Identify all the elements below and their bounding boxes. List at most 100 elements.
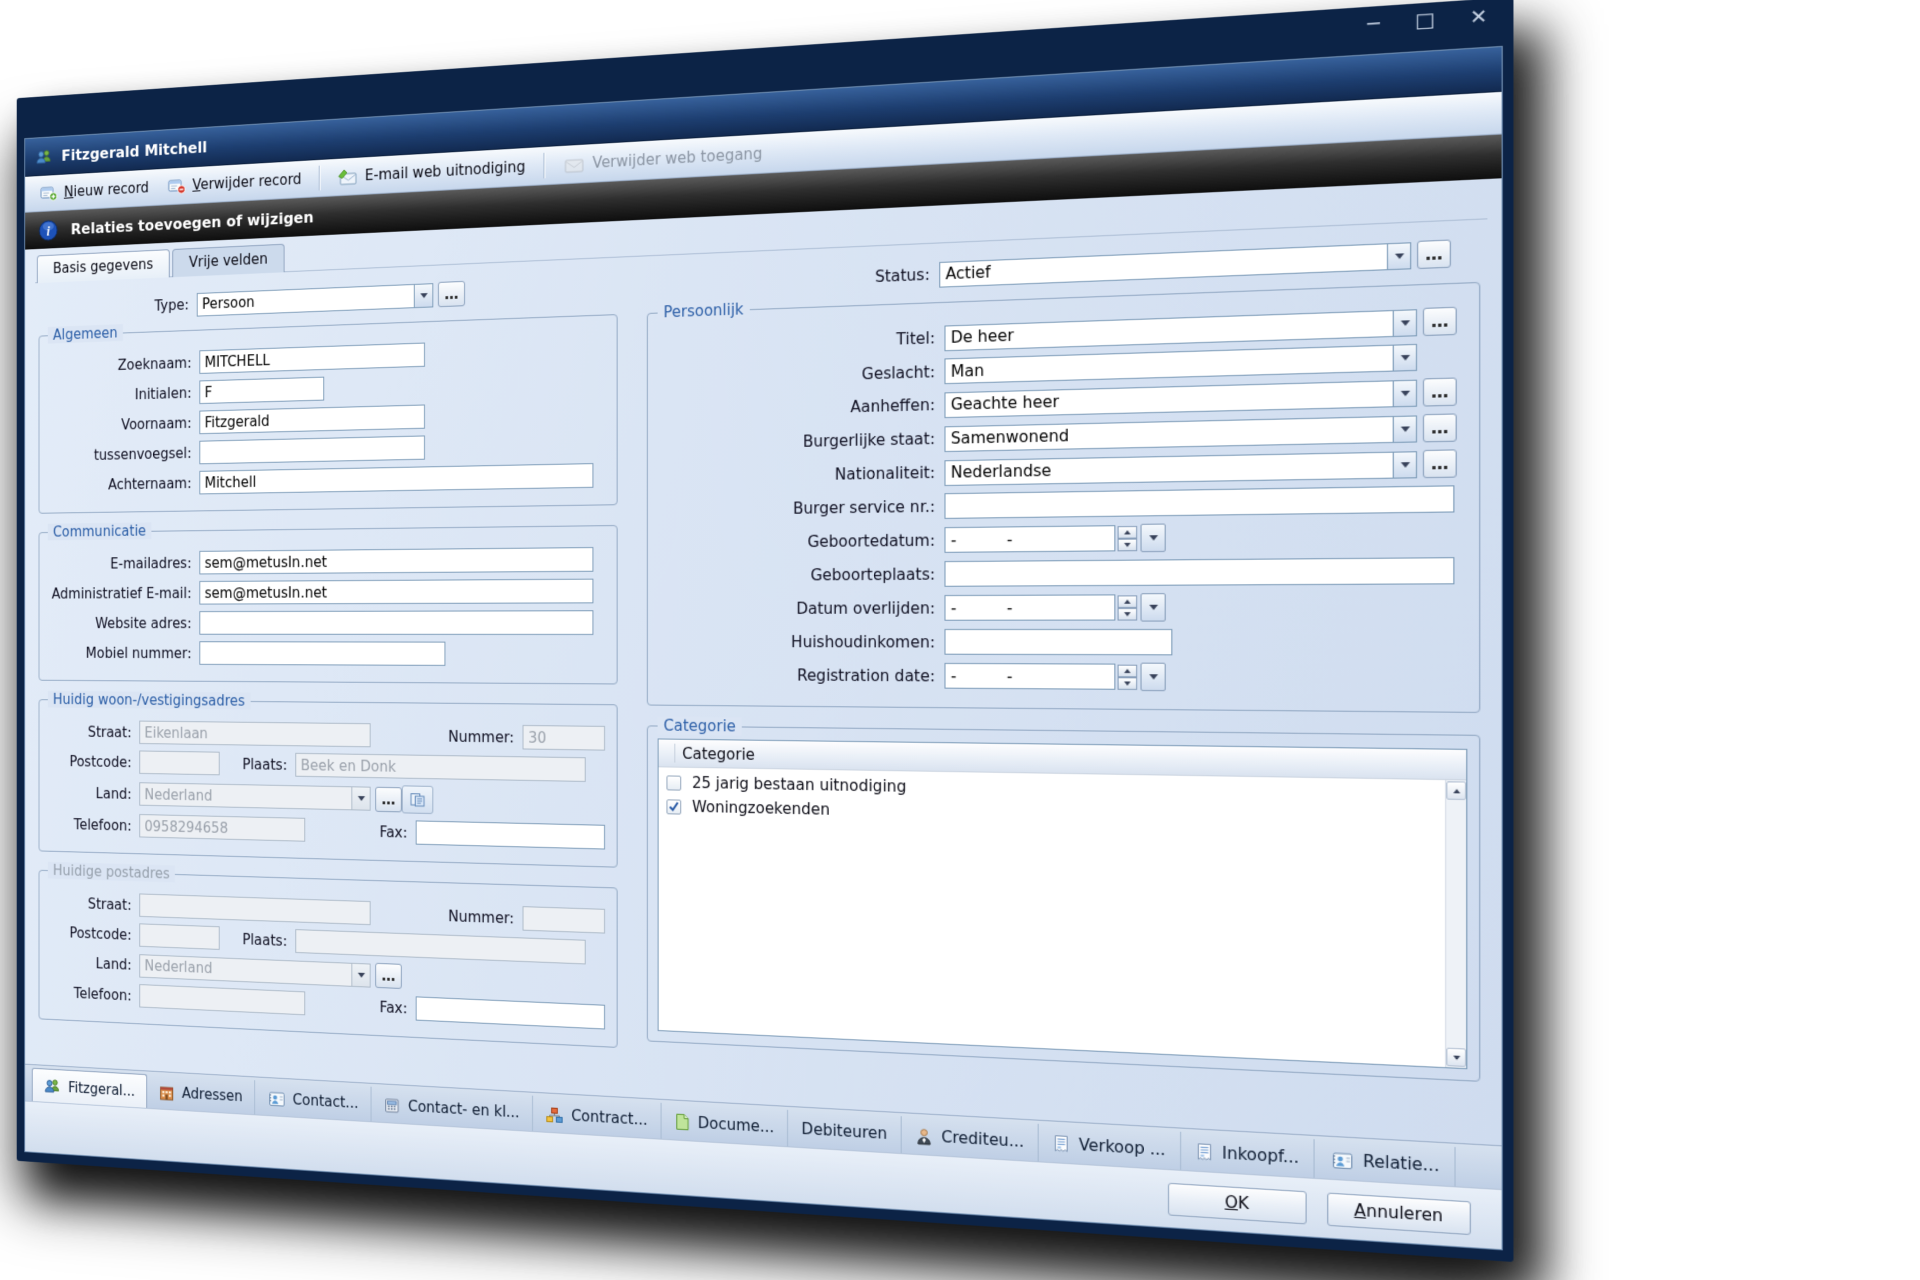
input-website-adres[interactable] (199, 610, 593, 635)
input-post-fax[interactable] (416, 996, 605, 1029)
combobox-type[interactable]: Persoon (197, 283, 434, 316)
spin-down-icon[interactable] (1118, 538, 1138, 551)
combobox-post-land[interactable]: Nederland (139, 954, 370, 987)
input-mobiel-nummer[interactable] (199, 641, 445, 666)
input-post-postcode[interactable] (139, 923, 219, 950)
chevron-down-icon[interactable] (414, 284, 433, 307)
field-post-plaats-label: Plaats: (220, 930, 296, 950)
right-column: Status:Actief…PersoonlijkTitel:De heer…G… (647, 230, 1483, 1144)
spin-down-icon[interactable] (1118, 607, 1138, 620)
field-mobiel-nummer (199, 641, 445, 666)
ellipsis-button-post-land[interactable]: … (375, 963, 402, 989)
combobox-nationaliteit[interactable]: Nederlandse (944, 451, 1417, 486)
date-dropdown-button[interactable] (1140, 593, 1165, 621)
app-window: ─ □ ✕ Fitzgerald Mitchell Nieuw recordVe… (17, 0, 1514, 1262)
tab-vrije-velden[interactable]: Vrije velden (172, 244, 285, 277)
input-geboortedatum[interactable]: - - (944, 525, 1115, 553)
chevron-down-icon[interactable] (1393, 380, 1416, 405)
categorie-list[interactable]: Categorie25 jarig bestaan uitnodigingWon… (658, 738, 1468, 1069)
date-dropdown-button[interactable] (1140, 663, 1165, 692)
group-categorie: CategorieCategorie25 jarig bestaan uitno… (647, 725, 1480, 1081)
checkbox-checked-icon[interactable] (666, 799, 681, 814)
chevron-down-icon[interactable] (1387, 243, 1410, 269)
combobox-geslacht[interactable]: Man (944, 344, 1417, 384)
copy-address-button[interactable] (402, 785, 433, 814)
input-huishoudinkomen[interactable] (944, 629, 1172, 655)
chevron-down-icon[interactable] (351, 787, 369, 809)
date-spinner-datum-overlijden[interactable] (1118, 595, 1138, 620)
combobox-aanheffen[interactable]: Geachte heer (944, 379, 1417, 418)
toolbar-nieuw-record[interactable]: Nieuw record (32, 175, 158, 206)
ok-button[interactable]: OK (1168, 1182, 1307, 1224)
input-woon-nummer[interactable]: 30 (523, 725, 605, 751)
combobox-titel[interactable]: De heer (944, 309, 1417, 351)
input-zoeknaam[interactable]: MITCHELL (199, 343, 425, 374)
input-post-telefoon[interactable] (139, 984, 305, 1015)
input-post-straat[interactable] (139, 893, 370, 925)
bottom-tab-relaties-label: Relatie... (1363, 1152, 1439, 1176)
spin-up-icon[interactable] (1118, 595, 1138, 608)
input-emailadres[interactable]: sem@metusIn.net (199, 547, 593, 574)
checkbox-unchecked-icon[interactable] (666, 775, 681, 790)
date-spinner-geboortedatum[interactable] (1118, 525, 1138, 550)
minimize-button[interactable]: ─ (1367, 15, 1379, 35)
spin-up-icon[interactable] (1118, 664, 1138, 677)
scroll-down-icon[interactable] (1446, 1048, 1466, 1067)
input-woon-plaats[interactable]: Beek en Donk (295, 753, 585, 782)
combobox-status[interactable]: Actief (939, 242, 1411, 287)
input-woon-fax[interactable] (416, 820, 605, 849)
chevron-down-icon[interactable] (1393, 310, 1416, 336)
combobox-woon-land[interactable]: Nederland (139, 782, 370, 810)
field-woon-land-value: Nederland (140, 783, 351, 809)
ellipsis-button-aanheffen[interactable]: … (1423, 377, 1457, 406)
group-communicatie-title: Communicatie (48, 522, 151, 540)
date-spinner-registration-date[interactable] (1118, 664, 1138, 689)
combobox-burgerlijke-staat[interactable]: Samenwonend (944, 415, 1417, 452)
scrollbar[interactable] (1445, 780, 1466, 1068)
input-administratief-email[interactable]: sem@metusIn.net (199, 579, 593, 605)
categorie-list-body: 25 jarig bestaan uitnodigingWoningzoeken… (659, 767, 1467, 1068)
input-woon-straat[interactable]: Eikenlaan (139, 721, 370, 748)
input-tussenvoegsel[interactable] (199, 435, 425, 464)
toolbar-verwijder-web-toegang: Verwijder web toegang (553, 140, 772, 178)
input-woon-postcode[interactable] (139, 750, 219, 775)
tab-basis-gegevens[interactable]: Basis gegevens (37, 249, 170, 283)
chevron-down-icon[interactable] (1393, 345, 1416, 371)
input-achternaam[interactable]: Mitchell (199, 463, 593, 494)
invoice-icon (1195, 1142, 1213, 1162)
maximize-button[interactable]: □ (1415, 11, 1435, 32)
input-post-nummer[interactable] (523, 906, 605, 933)
ellipsis-button-status[interactable]: … (1417, 239, 1451, 269)
input-voornaam[interactable]: Fitzgerald (199, 404, 425, 434)
ellipsis-button-type[interactable]: … (438, 281, 465, 307)
field-status-label: Status: (647, 265, 939, 295)
chevron-down-icon[interactable] (1393, 452, 1416, 477)
toolbar-verwijder-record[interactable]: Verwijder record (159, 166, 310, 199)
input-initialen[interactable]: F (199, 377, 324, 404)
field-burgerlijke-staat: Samenwonend… (944, 413, 1456, 452)
input-registration-date[interactable]: - - (944, 663, 1115, 690)
ellipsis-button-titel[interactable]: … (1423, 307, 1457, 336)
field-geslacht: Man (944, 344, 1417, 384)
ellipsis-button-woon-land[interactable]: … (375, 786, 402, 812)
field-nationaliteit-label: Nationaliteit: (660, 463, 945, 486)
chevron-down-icon[interactable] (351, 963, 369, 986)
input-woon-telefoon[interactable]: 0958294658 (139, 814, 305, 842)
input-geboorteplaats[interactable] (944, 557, 1454, 587)
form-row: Postcode:Plaats:Beek en Donk (50, 749, 605, 782)
input-post-plaats[interactable] (295, 929, 585, 964)
scroll-up-icon[interactable] (1446, 781, 1466, 800)
ellipsis-button-burgerlijke-staat[interactable]: … (1423, 413, 1457, 442)
input-datum-overlijden[interactable]: - - (944, 594, 1115, 620)
spin-down-icon[interactable] (1118, 677, 1138, 690)
cancel-button[interactable]: Annuleren (1327, 1192, 1471, 1235)
form-row: Straat:EikenlaanNummer:30 (50, 720, 605, 751)
spin-up-icon[interactable] (1118, 525, 1138, 538)
toolbar-email-web-uitnodiging[interactable]: E-mail web uitnodiging (328, 153, 535, 190)
field-geboortedatum-value: - - (946, 526, 1115, 552)
ellipsis-button-nationaliteit[interactable]: … (1423, 449, 1457, 478)
close-button[interactable]: ✕ (1470, 7, 1488, 28)
chevron-down-icon[interactable] (1393, 416, 1416, 441)
input-burger-service-nr[interactable] (944, 485, 1454, 519)
date-dropdown-button[interactable] (1140, 524, 1165, 553)
